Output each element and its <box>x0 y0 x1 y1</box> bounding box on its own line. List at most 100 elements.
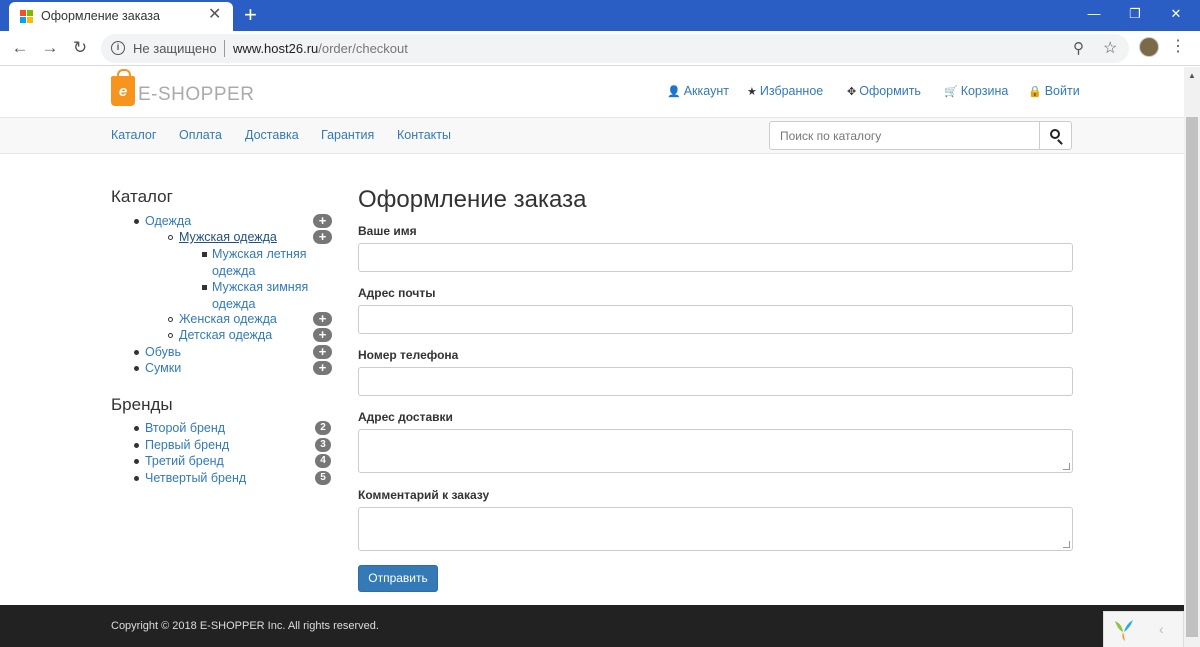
back-arrow-icon[interactable]: ← <box>9 37 31 59</box>
name-label: Ваше имя <box>358 224 417 238</box>
list-bullet <box>134 443 139 448</box>
submit-button[interactable]: Отправить <box>358 565 438 592</box>
forward-arrow-icon[interactable]: → <box>39 37 61 59</box>
header-link-login[interactable]: 🔒 Войти <box>1028 84 1080 98</box>
tab-title: Оформление заказа <box>41 9 160 23</box>
page-scrollbar[interactable]: ▲ <box>1184 67 1200 647</box>
url-host: www.host26.ru <box>233 41 319 56</box>
favicon-icon <box>20 10 33 23</box>
header-link-label: Аккаунт <box>683 84 729 98</box>
brand-count-badge: 4 <box>315 454 331 468</box>
expand-plus-icon[interactable]: + <box>313 214 332 228</box>
user-icon: 👤 <box>667 86 681 98</box>
brand-count-badge: 3 <box>315 438 331 452</box>
list-bullet <box>168 317 173 322</box>
scroll-up-icon[interactable]: ▲ <box>1188 71 1196 80</box>
list-bullet <box>134 219 139 224</box>
url-path: /order/checkout <box>318 41 408 56</box>
category-mens-winter[interactable]: Мужская зимняя одежда <box>212 279 312 312</box>
category-clothing[interactable]: Одежда <box>145 213 191 230</box>
header-link-wishlist[interactable]: ★ Избранное <box>747 84 823 98</box>
category-kids-clothing[interactable]: Детская одежда <box>179 327 272 344</box>
expand-plus-icon[interactable]: + <box>313 345 332 359</box>
star-icon: ★ <box>747 86 757 98</box>
info-icon[interactable]: i <box>111 41 125 55</box>
page-title: Оформление заказа <box>358 186 587 213</box>
address-separator <box>224 40 225 57</box>
window-close-button[interactable]: ✕ <box>1156 4 1196 24</box>
bookmark-star-icon[interactable]: ☆ <box>1103 38 1117 58</box>
email-label: Адрес почты <box>358 286 436 300</box>
brand-count-badge: 5 <box>315 471 331 485</box>
new-tab-button[interactable]: + <box>244 3 257 27</box>
logo-text: E-SHOPPER <box>138 84 255 105</box>
maximize-button[interactable]: ❐ <box>1115 4 1155 24</box>
crosshairs-icon: ✥ <box>847 86 857 98</box>
category-shoes[interactable]: Обувь <box>145 344 181 361</box>
browser-toolbar: ← → ↻ i Не защищено www.host26.ru/order/… <box>0 31 1200 66</box>
list-bullet <box>134 476 139 481</box>
security-label: Не защищено <box>133 41 217 56</box>
lock-icon: 🔒 <box>1028 86 1042 98</box>
address-bar[interactable]: i Не защищено www.host26.ru/order/checko… <box>101 34 1129 63</box>
category-bags[interactable]: Сумки <box>145 360 181 377</box>
brand-fourth[interactable]: Четвертый бренд <box>145 470 246 487</box>
expand-plus-icon[interactable]: + <box>313 230 332 244</box>
list-bullet <box>202 285 207 290</box>
brand-second[interactable]: Второй бренд <box>145 420 225 437</box>
main-navbar: Каталог Оплата Доставка Гарантия Контакт… <box>0 117 1184 154</box>
chevron-left-icon[interactable]: ‹ <box>1159 621 1164 637</box>
comment-textarea[interactable] <box>358 507 1073 551</box>
list-bullet <box>202 252 207 257</box>
list-bullet <box>134 350 139 355</box>
header-link-cart[interactable]: 🛒 Корзина <box>944 84 1008 98</box>
brand-first[interactable]: Первый бренд <box>145 437 229 454</box>
category-mens-summer[interactable]: Мужская летняя одежда <box>212 246 312 279</box>
nav-item-catalog[interactable]: Каталог <box>111 128 156 142</box>
browser-menu-icon[interactable]: ⋮ <box>1170 36 1186 56</box>
zoom-icon[interactable]: ⚲ <box>1073 39 1084 57</box>
nav-item-payment[interactable]: Оплата <box>179 128 222 142</box>
nav-item-contacts[interactable]: Контакты <box>397 128 451 142</box>
name-field[interactable] <box>358 243 1073 272</box>
nav-item-delivery[interactable]: Доставка <box>245 128 299 142</box>
list-bullet <box>134 459 139 464</box>
expand-plus-icon[interactable]: + <box>313 312 332 326</box>
yii-debug-toolbar[interactable]: ‹ <box>1103 611 1184 647</box>
scrollbar-thumb[interactable] <box>1186 117 1198 637</box>
address-label: Адрес доставки <box>358 410 453 424</box>
brand-count-badge: 2 <box>315 421 331 435</box>
comment-label: Комментарий к заказу <box>358 488 490 502</box>
search-icon <box>1050 129 1060 139</box>
browser-tabstrip: Оформление заказа ✕ + — ❐ ✕ <box>0 0 1200 31</box>
browser-tab[interactable]: Оформление заказа ✕ <box>9 2 233 31</box>
minimize-button[interactable]: — <box>1074 4 1114 24</box>
brands-title: Бренды <box>111 395 173 414</box>
search-button[interactable] <box>1039 121 1072 150</box>
shopping-bag-icon: e <box>111 69 135 106</box>
catalog-title: Каталог <box>111 187 173 206</box>
yii-logo-icon[interactable] <box>1112 618 1136 642</box>
header-link-account[interactable]: 👤 Аккаунт <box>667 84 729 98</box>
search-input[interactable] <box>769 121 1040 150</box>
address-textarea[interactable] <box>358 429 1073 473</box>
phone-field[interactable] <box>358 367 1073 396</box>
brand-third[interactable]: Третий бренд <box>145 453 224 470</box>
category-mens-clothing[interactable]: Мужская одежда <box>179 229 277 246</box>
nav-item-warranty[interactable]: Гарантия <box>321 128 374 142</box>
site-header: e E-SHOPPER 👤 Аккаунт ★ Избранное ✥ Оформит… <box>0 67 1184 117</box>
header-link-checkout[interactable]: ✥ Оформить <box>847 84 921 98</box>
phone-label: Номер телефона <box>358 348 459 362</box>
tab-close-icon[interactable]: ✕ <box>208 7 221 23</box>
list-bullet <box>134 366 139 371</box>
list-bullet <box>168 333 173 338</box>
list-bullet <box>134 426 139 431</box>
category-womens-clothing[interactable]: Женская одежда <box>179 311 277 328</box>
email-field[interactable] <box>358 305 1073 334</box>
expand-plus-icon[interactable]: + <box>313 328 332 342</box>
reload-icon[interactable]: ↻ <box>69 37 91 59</box>
expand-plus-icon[interactable]: + <box>313 361 332 375</box>
site-footer: Copyright © 2018 E-SHOPPER Inc. All righ… <box>0 605 1184 647</box>
profile-avatar[interactable] <box>1139 37 1159 57</box>
url-text[interactable]: www.host26.ru/order/checkout <box>233 41 408 56</box>
